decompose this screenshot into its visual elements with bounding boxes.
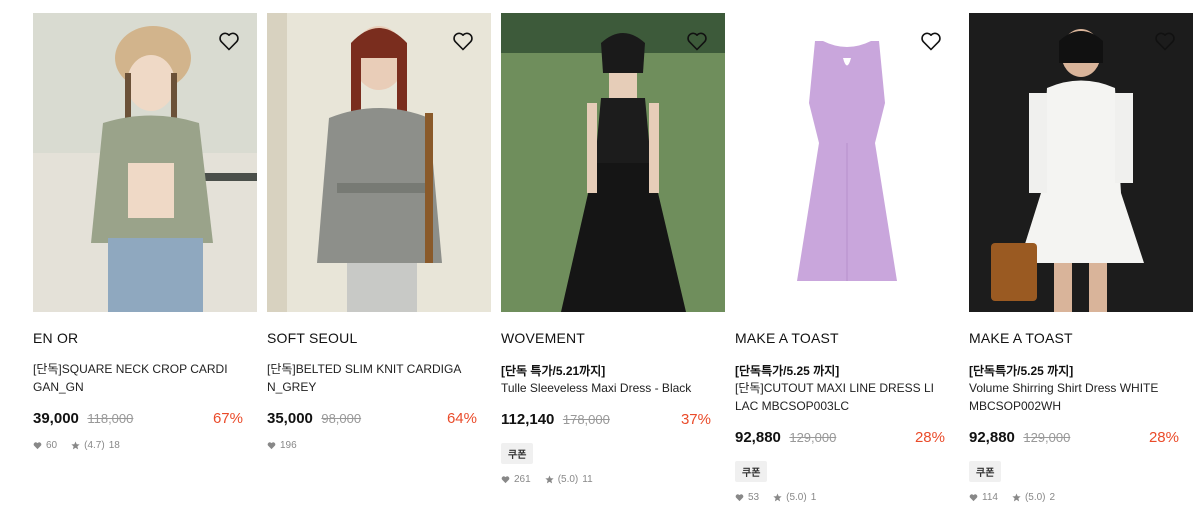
rating-score: (4.7) xyxy=(84,440,105,451)
price-row: 35,000 98,000 64% xyxy=(267,410,477,430)
heart-filled-icon xyxy=(735,494,744,502)
original-price: 178,000 xyxy=(562,412,610,427)
review-count: 1 xyxy=(810,492,817,503)
product-name-line[interactable]: MBCSOP002WH xyxy=(969,397,1193,415)
brand-name[interactable]: EN OR xyxy=(33,330,257,346)
brand-name[interactable]: MAKE A TOAST xyxy=(735,330,959,346)
promo-label: [단독특가/5.25 까지] xyxy=(969,364,1074,378)
original-price: 98,000 xyxy=(321,411,362,426)
product-image[interactable] xyxy=(267,13,491,312)
sale-price: 92,880 xyxy=(735,429,781,446)
product-name-line[interactable]: N_GREY xyxy=(267,378,491,396)
brand-name[interactable]: WOVEMENT xyxy=(501,330,725,346)
product-grid: EN OR [단독]SQUARE NECK CROP CARDI GAN_GN … xyxy=(0,0,1203,530)
review-count: 2 xyxy=(1049,492,1056,503)
product-image[interactable] xyxy=(501,13,725,312)
product-name-line[interactable]: GAN_GN xyxy=(33,378,257,396)
product-image[interactable] xyxy=(735,13,959,312)
heart-outline-icon[interactable] xyxy=(451,29,475,53)
price-row: 39,000 118,000 67% xyxy=(33,410,243,430)
heart-outline-icon[interactable] xyxy=(685,29,709,53)
product-stats: 53 (5.0) 1 xyxy=(735,492,959,503)
star-icon xyxy=(1012,493,1021,502)
product-image[interactable] xyxy=(33,13,257,312)
coupon-badge: 쿠폰 xyxy=(969,461,1002,482)
product-card[interactable]: MAKE A TOAST [단독특가/5.25 까지] [단독]CUTOUT M… xyxy=(735,13,959,503)
price-row: 92,880 129,000 28% xyxy=(735,429,945,449)
rating-score: (5.0) xyxy=(557,474,579,485)
product-image[interactable] xyxy=(969,13,1193,312)
like-count: 196 xyxy=(280,440,297,451)
promo-label: [단독특가/5.25 까지] xyxy=(735,364,840,378)
heart-outline-icon[interactable] xyxy=(919,29,943,53)
product-card[interactable]: MAKE A TOAST [단독특가/5.25 까지] Volume Shirr… xyxy=(969,13,1193,503)
brand-name[interactable]: SOFT SEOUL xyxy=(267,330,491,346)
coupon-badge: 쿠폰 xyxy=(735,461,768,482)
star-icon xyxy=(773,493,782,502)
product-photo-black-maxi-dress xyxy=(501,13,725,312)
like-count: 114 xyxy=(982,492,998,503)
product-name-line[interactable]: Volume Shirring Shirt Dress WHITE xyxy=(969,379,1193,397)
product-name-line[interactable]: [단독]CUTOUT MAXI LINE DRESS LI xyxy=(735,379,959,397)
heart-outline-icon[interactable] xyxy=(217,29,241,53)
product-stats: 261 (5.0) 11 xyxy=(501,474,725,485)
discount-rate: 67% xyxy=(212,410,243,427)
product-card[interactable]: SOFT SEOUL [단독]BELTED SLIM KNIT CARDIGA … xyxy=(267,13,491,451)
discount-rate: 37% xyxy=(680,411,711,428)
star-icon xyxy=(71,441,80,450)
sale-price: 35,000 xyxy=(267,410,313,427)
original-price: 129,000 xyxy=(789,430,837,445)
price-row: 92,880 129,000 28% xyxy=(969,429,1179,449)
discount-rate: 28% xyxy=(914,429,945,446)
like-count: 261 xyxy=(514,474,531,485)
product-name-line[interactable]: [단독]SQUARE NECK CROP CARDI xyxy=(33,360,257,378)
rating-score: (5.0) xyxy=(1024,492,1046,503)
product-name-line[interactable]: LAC MBCSOP003LC xyxy=(735,397,959,415)
product-photo-white-shirt-dress xyxy=(969,13,1193,312)
heart-filled-icon xyxy=(501,476,510,484)
product-stats: 196 xyxy=(267,440,491,451)
heart-filled-icon xyxy=(33,442,42,450)
product-photo-knit-cardigan-grey xyxy=(267,13,491,312)
discount-rate: 64% xyxy=(446,410,477,427)
review-count: 18 xyxy=(108,440,120,451)
review-count: 11 xyxy=(582,474,593,485)
product-photo-cardigan-green xyxy=(33,13,257,312)
original-price: 118,000 xyxy=(87,411,134,426)
brand-name[interactable]: MAKE A TOAST xyxy=(969,330,1193,346)
heart-filled-icon xyxy=(969,494,978,502)
product-stats: 60 (4.7) 18 xyxy=(33,440,257,451)
price-row: 112,140 178,000 37% xyxy=(501,411,711,431)
product-photo-lilac-dress xyxy=(735,13,959,312)
promo-label: [단독 특가/5.21까지] xyxy=(501,364,606,378)
product-name-line[interactable]: Tulle Sleeveless Maxi Dress - Black xyxy=(501,379,725,397)
original-price: 129,000 xyxy=(1023,430,1071,445)
like-count: 60 xyxy=(46,440,58,451)
sale-price: 92,880 xyxy=(969,429,1015,446)
heart-outline-icon[interactable] xyxy=(1153,29,1177,53)
heart-filled-icon xyxy=(267,442,276,450)
sale-price: 39,000 xyxy=(33,410,79,427)
product-stats: 114 (5.0) 2 xyxy=(969,492,1193,503)
coupon-badge: 쿠폰 xyxy=(501,443,534,464)
product-name-line[interactable]: [단독]BELTED SLIM KNIT CARDIGA xyxy=(267,360,491,378)
rating-score: (5.0) xyxy=(786,492,807,503)
like-count: 53 xyxy=(748,492,760,503)
star-icon xyxy=(545,475,554,484)
discount-rate: 28% xyxy=(1148,429,1179,446)
sale-price: 112,140 xyxy=(501,411,555,428)
product-card[interactable]: EN OR [단독]SQUARE NECK CROP CARDI GAN_GN … xyxy=(33,13,257,451)
product-card[interactable]: WOVEMENT [단독 특가/5.21까지] Tulle Sleeveless… xyxy=(501,13,725,485)
